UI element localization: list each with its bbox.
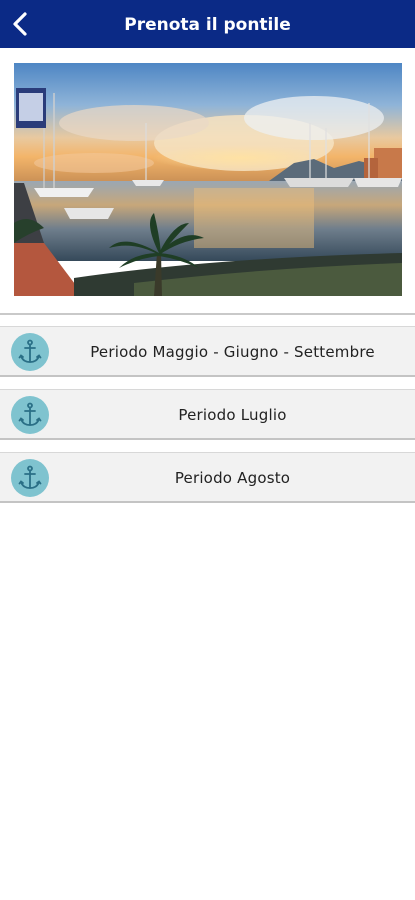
section-divider xyxy=(0,313,415,315)
period-item-agosto[interactable]: Periodo Agosto xyxy=(0,452,415,503)
anchor-icon xyxy=(11,459,49,497)
period-item-luglio[interactable]: Periodo Luglio xyxy=(0,389,415,440)
period-label: Periodo Luglio xyxy=(178,406,287,424)
period-label: Periodo Agosto xyxy=(174,469,291,487)
period-label: Periodo Maggio - Giugno - Settembre xyxy=(90,343,375,361)
period-item-maggio-giugno-settembre[interactable]: Periodo Maggio - Giugno - Settembre xyxy=(0,326,415,377)
harbor-photo xyxy=(14,63,402,296)
page-title: Prenota il pontile xyxy=(124,15,291,35)
app-header: Prenota il pontile xyxy=(0,0,415,48)
anchor-icon xyxy=(11,333,49,371)
anchor-icon xyxy=(11,396,49,434)
